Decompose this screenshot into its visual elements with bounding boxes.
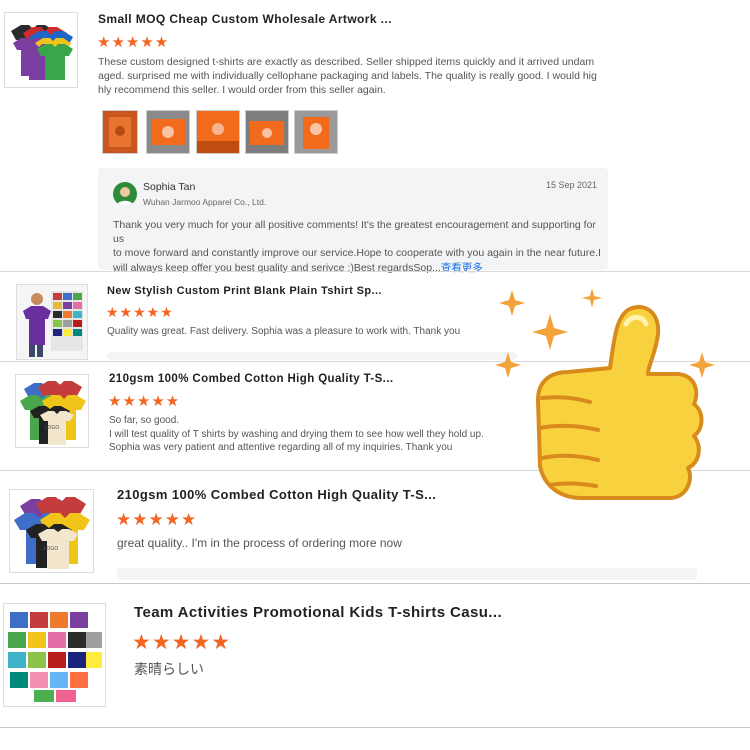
reply-line: to move forward and constantly improve o… [113,247,601,260]
seller-reply-collapsed [107,352,517,360]
product-thumbnail[interactable]: LOGO [15,374,89,448]
reply-company: Wuhan Jarmoo Apparel Co., Ltd. [143,197,267,207]
reply-line: will always keep offer you best quality … [113,261,603,275]
thumbs-up-icon [495,288,715,500]
reply-author-name: Sophia Tan [143,181,196,193]
product-title[interactable]: Small MOQ Cheap Custom Wholesale Artwork… [98,12,392,26]
product-thumbnail[interactable]: LOGO [9,489,94,573]
tshirt-stack-image: LOGO [20,381,86,445]
tshirt-model-image [17,285,87,359]
product-thumbnail[interactable] [3,603,106,707]
review-photo[interactable] [196,110,240,154]
photo-image [197,123,239,153]
review-line: I will test quality of T shirts by washi… [109,428,484,440]
photo-image [151,119,185,145]
tshirt-stack-image [11,25,73,80]
product-title[interactable]: 210gsm 100% Combed Cotton High Quality T… [117,487,436,502]
star-rating: ★★★★★ [106,304,174,320]
avatar-icon [113,182,137,206]
star-rating: ★★★★★ [116,510,198,529]
star-rating: ★★★★★ [108,393,181,410]
star-rating: ★★★★★ [132,631,232,654]
divider [0,583,750,584]
review-text: Quality was great. Fast delivery. Sophia… [107,326,461,337]
review-line: aged. surprised me with individually cel… [98,70,597,83]
review-photo[interactable] [294,110,338,154]
review-line: hly recommend this seller. I would order… [98,84,386,97]
review-line: These custom designed t-shirts are exact… [98,56,595,68]
review-photo[interactable] [102,110,138,154]
product-thumbnail[interactable] [16,284,88,360]
reply-line: Thank you very much for your all positiv… [113,219,596,246]
product-title[interactable]: New Stylish Custom Print Blank Plain Tsh… [107,285,382,297]
reply-text: Thank you very much for your all positiv… [113,218,603,275]
review-photo[interactable] [245,110,289,154]
photo-image [250,121,284,145]
svg-text:LOGO: LOGO [45,425,59,431]
star-rating: ★★★★★ [97,34,170,51]
tshirt-kids-image [4,604,105,706]
review-line: Sophia was very patient and attentive re… [109,442,453,453]
review-line: So far, so good. [109,415,180,426]
photo-image [303,117,329,149]
reply-date: 15 Sep 2021 [546,180,598,190]
product-thumbnail[interactable] [4,12,78,88]
divider [0,727,750,728]
sparkle-icon [495,288,715,378]
review-photo[interactable] [146,110,190,154]
tshirt-stack-image: LOGO [14,497,90,569]
svg-text:LOGO: LOGO [44,546,58,552]
seller-reply-collapsed [117,568,697,580]
divider [0,271,750,272]
photo-image [109,117,131,147]
review-text: great quality.. I'm in the process of or… [117,536,402,550]
review-text: 素晴らしい [134,661,204,677]
review-text: So far, so good. I will test quality of … [109,414,529,455]
product-title[interactable]: 210gsm 100% Combed Cotton High Quality T… [109,373,393,385]
review-text: These custom designed t-shirts are exact… [98,55,598,98]
product-title[interactable]: Team Activities Promotional Kids T-shirt… [134,604,502,621]
